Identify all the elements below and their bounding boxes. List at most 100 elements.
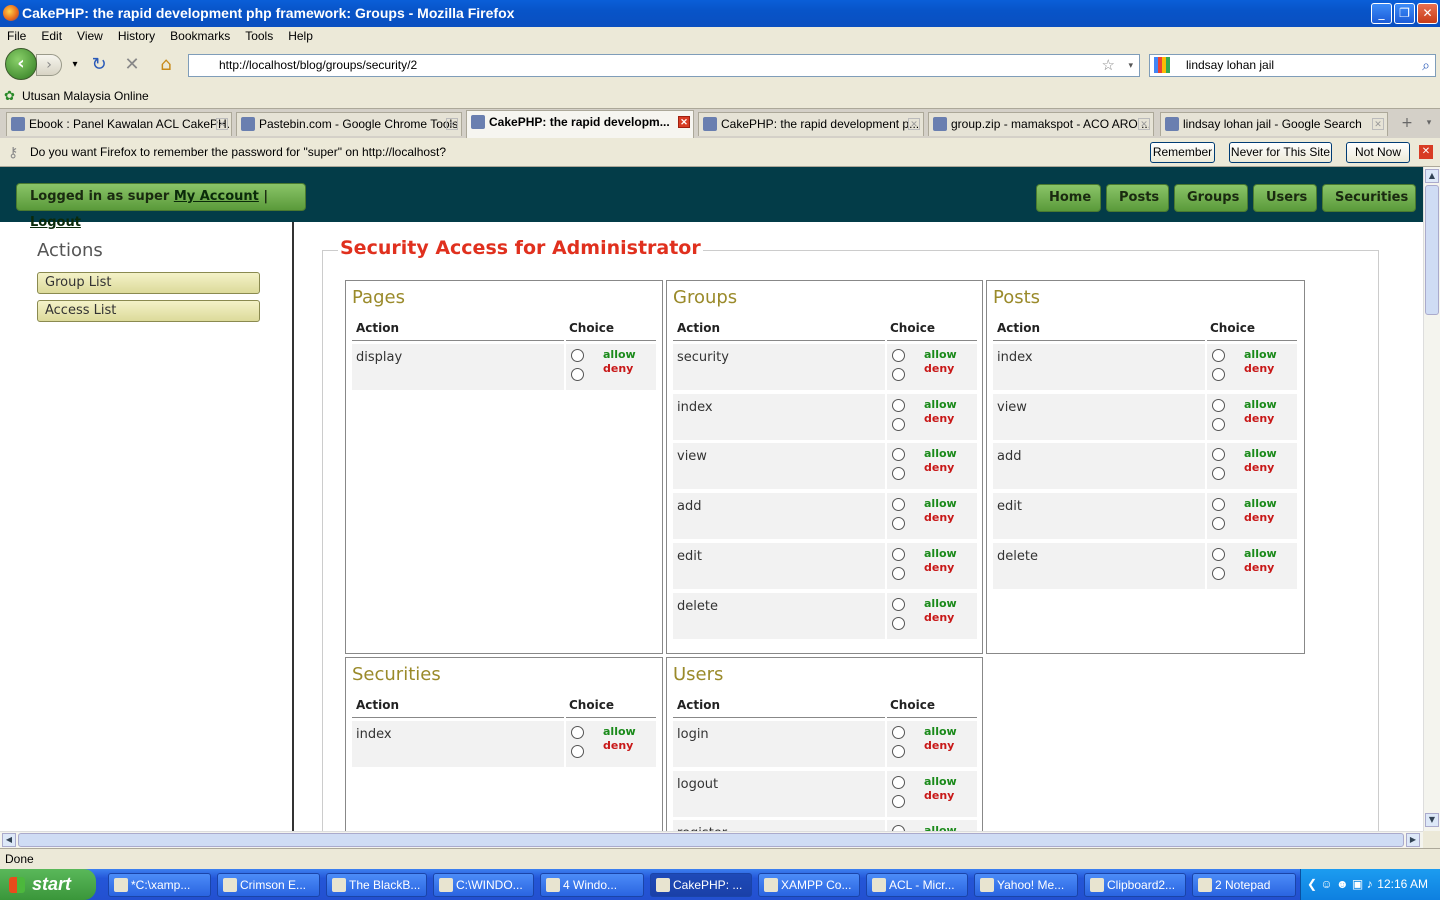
deny-radio[interactable] <box>892 794 905 808</box>
scroll-left-icon[interactable]: ◀ <box>2 833 16 847</box>
deny-radio[interactable] <box>892 368 905 381</box>
deny-radio[interactable] <box>1212 467 1225 481</box>
tab-google-search[interactable]: lindsay lohan jail - Google Search ✕ <box>1160 112 1388 136</box>
tray-icons[interactable]: ❮ ☺ ☻ ▣ ♪ <box>1307 869 1373 900</box>
tab-close-icon[interactable]: ✕ <box>678 116 690 128</box>
deny-radio[interactable] <box>1212 566 1225 580</box>
group-list-button[interactable]: Group List <box>37 272 260 294</box>
taskbar-button[interactable]: *C:\xamp... <box>108 873 211 897</box>
taskbar-button[interactable]: CakePHP: ... <box>650 873 752 897</box>
allow-radio[interactable] <box>1212 448 1225 462</box>
allow-radio[interactable] <box>1212 547 1225 561</box>
my-account-link[interactable]: My Account <box>174 189 259 204</box>
taskbar-button[interactable]: XAMPP Co... <box>758 873 860 897</box>
taskbar-button[interactable]: ACL - Micr... <box>866 873 968 897</box>
scroll-right-icon[interactable]: ▶ <box>1406 833 1420 847</box>
horizontal-scrollbar[interactable]: ◀ ▶ <box>0 831 1423 848</box>
menu-view[interactable]: View <box>70 27 111 43</box>
nav-users-button[interactable]: Users <box>1253 184 1317 212</box>
nav-home-button[interactable]: Home <box>1036 184 1101 212</box>
never-for-this-site-button[interactable]: Never for This Site <box>1229 142 1332 163</box>
deny-radio[interactable] <box>892 745 905 758</box>
taskbar-button[interactable]: Yahoo! Me... <box>974 873 1078 897</box>
taskbar-button[interactable]: C:\WINDO... <box>433 873 534 897</box>
tab-pastebin[interactable]: Pastebin.com - Google Chrome Tools ✕ <box>236 112 462 136</box>
remember-button[interactable]: Remember <box>1150 142 1215 163</box>
stop-icon[interactable]: ✕ <box>121 54 143 76</box>
menu-tools[interactable]: Tools <box>238 27 281 43</box>
home-icon[interactable]: ⌂ <box>155 54 177 76</box>
allow-radio[interactable] <box>1212 498 1225 512</box>
history-dropdown-icon[interactable]: ▾ <box>64 54 86 76</box>
nav-securities-button[interactable]: Securities <box>1322 184 1416 212</box>
tab-close-icon[interactable]: ✕ <box>908 118 920 130</box>
search-icon[interactable]: ⌕ <box>1422 55 1430 76</box>
allow-radio[interactable] <box>892 726 905 739</box>
tab-groupzip[interactable]: group.zip - mamakspot - ACO ARO ... ✕ <box>928 112 1154 136</box>
deny-radio[interactable] <box>1212 368 1225 381</box>
bookmark-utusan[interactable]: Utusan Malaysia Online <box>22 89 149 103</box>
taskbar-button[interactable]: Clipboard2... <box>1084 873 1186 897</box>
tab-close-icon[interactable]: ✕ <box>1138 118 1150 130</box>
menu-bookmarks[interactable]: Bookmarks <box>163 27 238 43</box>
bookmark-star-icon[interactable]: ☆ <box>1102 55 1115 76</box>
allow-radio[interactable] <box>1212 398 1225 412</box>
google-icon[interactable] <box>1154 57 1170 73</box>
tab-ebook[interactable]: Ebook : Panel Kawalan ACL CakePH... ✕ <box>6 112 232 136</box>
menu-file[interactable]: File <box>0 27 34 43</box>
tab-cakephp[interactable]: CakePHP: the rapid development p... ✕ <box>698 112 924 136</box>
taskbar-button[interactable]: 4 Windo... <box>540 873 644 897</box>
close-button[interactable]: ✕ <box>1417 3 1438 24</box>
scroll-down-icon[interactable]: ▼ <box>1425 813 1439 827</box>
url-dropdown-icon[interactable]: ▾ <box>1128 55 1133 76</box>
taskbar-button[interactable]: Crimson E... <box>217 873 320 897</box>
deny-radio[interactable] <box>1212 517 1225 531</box>
allow-radio[interactable] <box>892 498 905 512</box>
vertical-scroll-thumb[interactable] <box>1425 185 1439 315</box>
tab-cakephp-active[interactable]: CakePHP: the rapid developm... ✕ <box>466 110 694 138</box>
new-tab-icon[interactable]: + <box>1396 112 1418 134</box>
tab-list-icon[interactable]: ▾ <box>1420 112 1438 134</box>
nav-groups-button[interactable]: Groups <box>1174 184 1248 212</box>
not-now-button[interactable]: Not Now <box>1346 142 1410 163</box>
deny-radio[interactable] <box>1212 417 1225 431</box>
taskbar-button[interactable]: 2 Notepad <box>1192 873 1296 897</box>
forward-button[interactable]: › <box>36 54 62 76</box>
close-notification-icon[interactable]: ✕ <box>1419 145 1433 159</box>
menu-edit[interactable]: Edit <box>34 27 70 43</box>
tab-close-icon[interactable]: ✕ <box>446 118 458 130</box>
deny-radio[interactable] <box>571 745 584 758</box>
allow-radio[interactable] <box>892 597 905 611</box>
scroll-up-icon[interactable]: ▲ <box>1425 169 1439 183</box>
deny-radio[interactable] <box>892 616 905 630</box>
reload-icon[interactable]: ↻ <box>88 54 110 76</box>
maximize-button[interactable]: ❐ <box>1394 3 1415 24</box>
menu-help[interactable]: Help <box>281 27 321 43</box>
minimize-button[interactable]: _ <box>1371 3 1392 24</box>
start-button[interactable]: start <box>0 869 96 900</box>
horizontal-scroll-thumb[interactable] <box>18 833 1404 847</box>
deny-radio[interactable] <box>892 417 905 431</box>
allow-radio[interactable] <box>1212 349 1225 362</box>
back-button[interactable]: ‹ <box>5 48 37 80</box>
allow-radio[interactable] <box>892 547 905 561</box>
deny-radio[interactable] <box>571 368 584 381</box>
allow-radio[interactable] <box>892 775 905 789</box>
access-list-button[interactable]: Access List <box>37 300 260 322</box>
vertical-scrollbar[interactable]: ▲ ▼ <box>1423 167 1440 831</box>
tab-close-icon[interactable]: ✕ <box>1372 118 1384 130</box>
search-bar[interactable]: lindsay lohan jail ⌕ <box>1149 54 1436 77</box>
deny-radio[interactable] <box>892 566 905 580</box>
deny-radio[interactable] <box>892 467 905 481</box>
nav-posts-button[interactable]: Posts <box>1106 184 1169 212</box>
url-bar[interactable]: http://localhost/blog/groups/security/2 … <box>188 54 1140 77</box>
allow-radio[interactable] <box>571 726 584 739</box>
menu-history[interactable]: History <box>111 27 163 43</box>
taskbar-button[interactable]: The BlackB... <box>326 873 427 897</box>
allow-radio[interactable] <box>892 448 905 462</box>
allow-radio[interactable] <box>892 398 905 412</box>
tab-close-icon[interactable]: ✕ <box>216 118 228 130</box>
allow-radio[interactable] <box>571 349 584 362</box>
deny-radio[interactable] <box>892 517 905 531</box>
allow-radio[interactable] <box>892 349 905 362</box>
